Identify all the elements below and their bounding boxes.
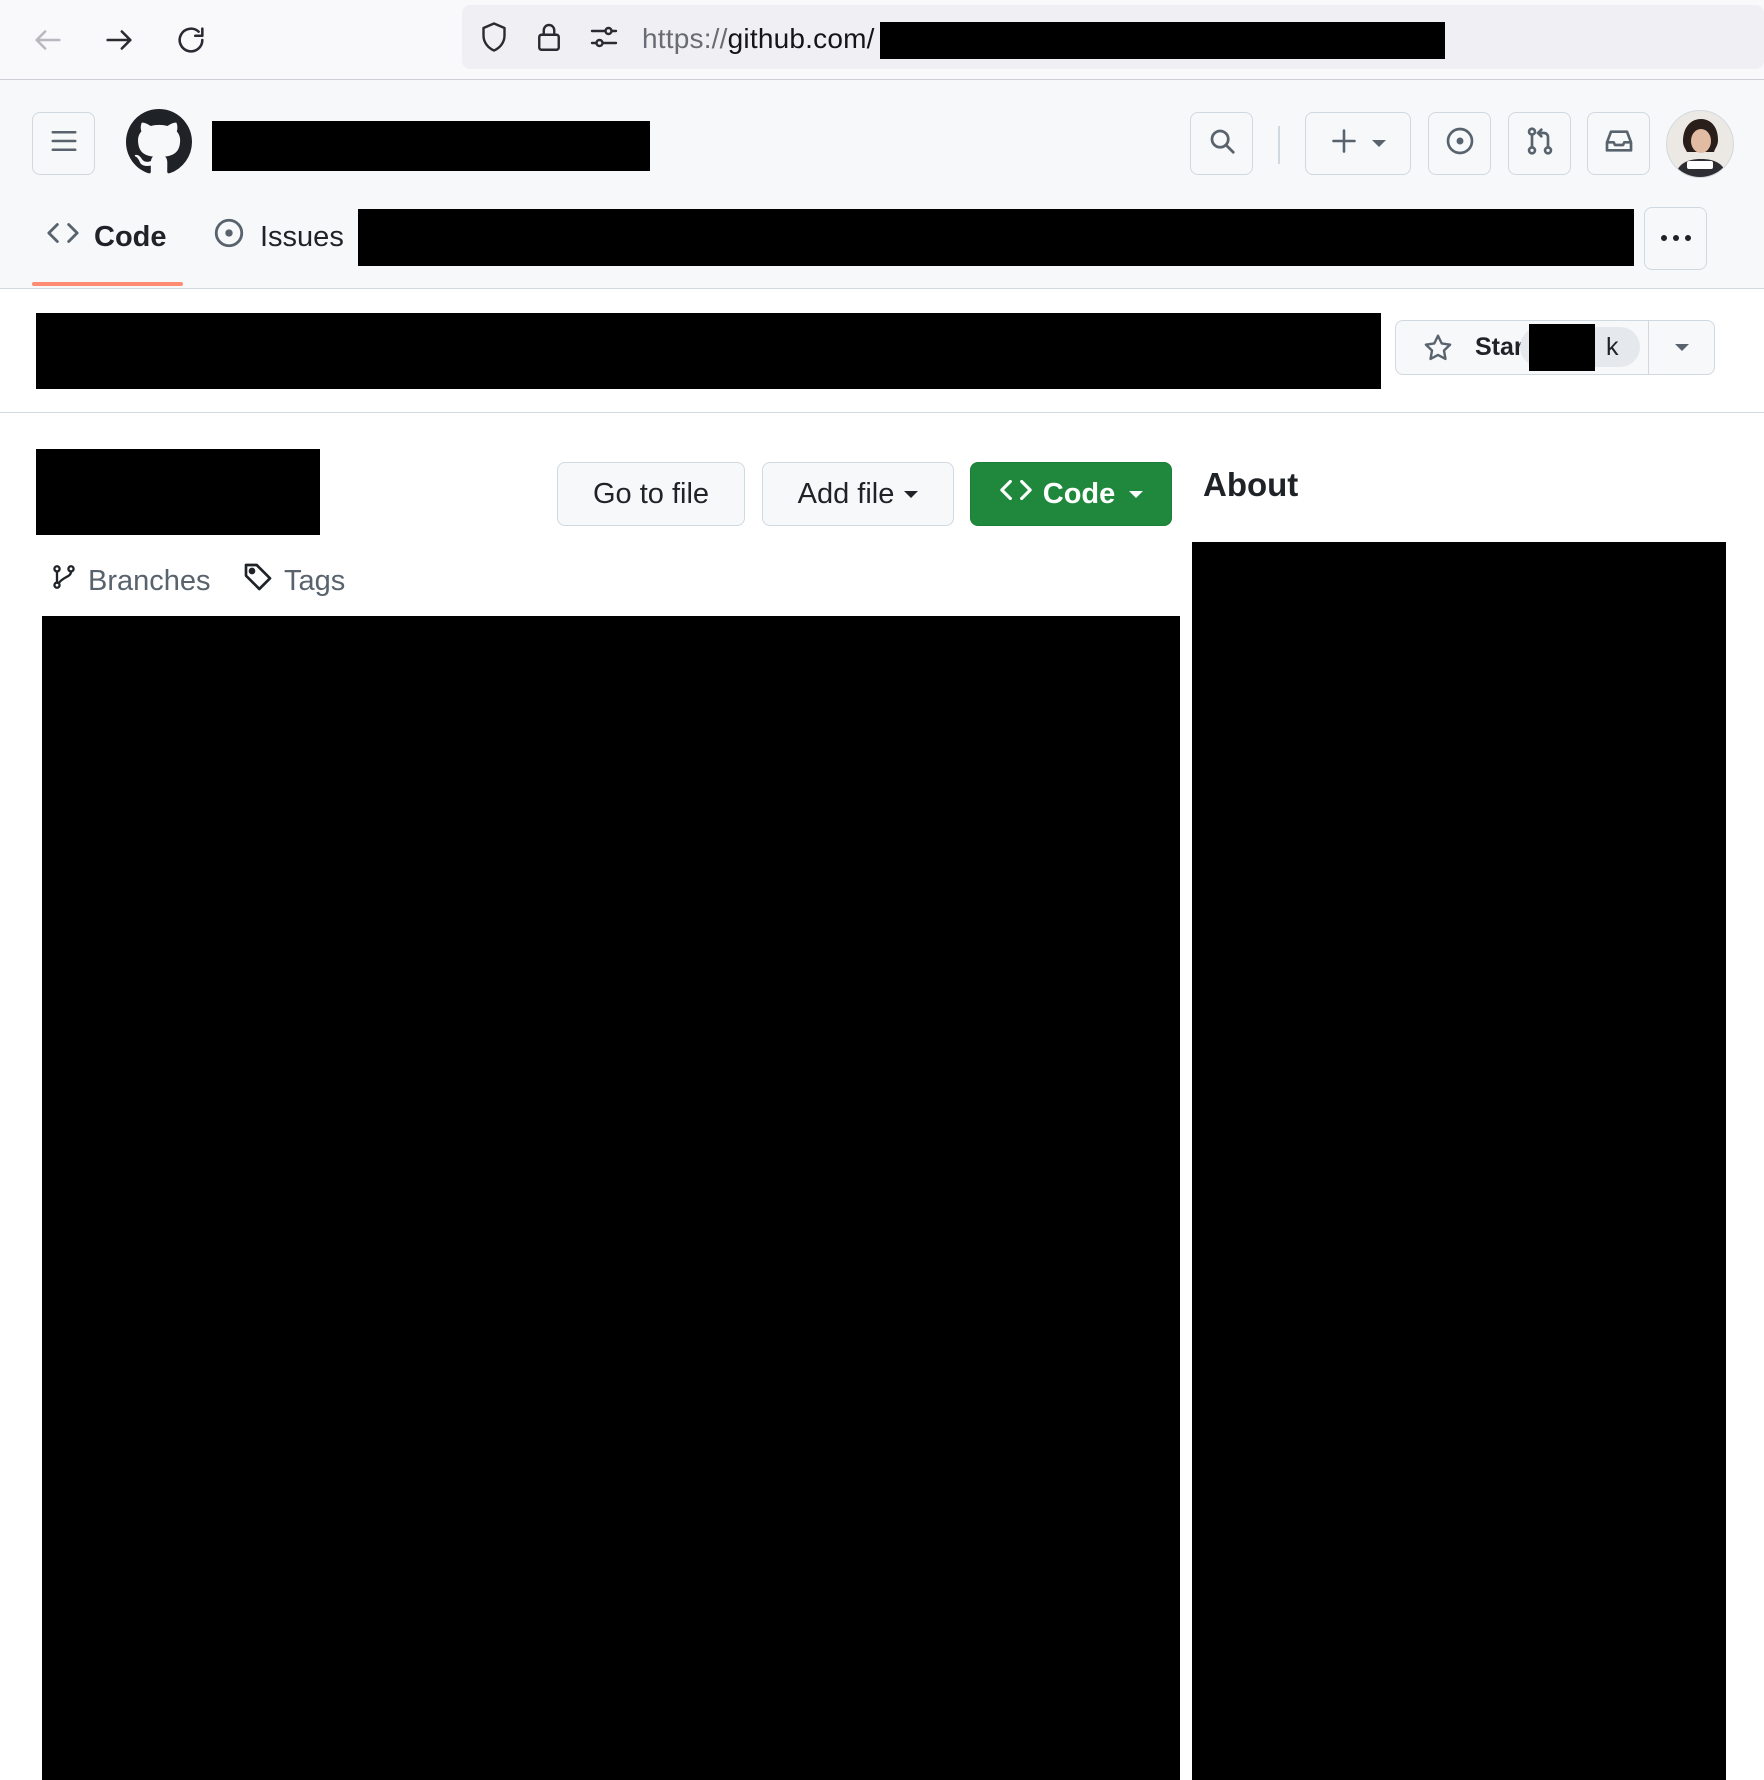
tab-selected-underline <box>32 282 183 286</box>
redacted-branch-selector <box>36 449 320 535</box>
pull-requests-button[interactable] <box>1508 112 1571 175</box>
shield-icon[interactable] <box>476 19 512 60</box>
avatar[interactable] <box>1666 110 1734 178</box>
issues-button[interactable] <box>1428 112 1491 175</box>
hamburger-menu-button[interactable] <box>32 112 95 175</box>
permissions-icon[interactable] <box>586 19 622 60</box>
go-to-file-button[interactable]: Go to file <box>557 462 745 526</box>
kebab-horizontal-icon <box>1659 230 1693 248</box>
chevron-down-icon <box>1674 344 1689 351</box>
pull-requests-icon <box>1524 125 1556 162</box>
star-lists-dropdown[interactable] <box>1649 321 1714 374</box>
git-branch-icon <box>50 561 78 601</box>
add-file-label: Add file <box>797 477 895 510</box>
star-label: Star <box>1475 333 1524 361</box>
more-tabs-button[interactable] <box>1644 207 1707 270</box>
tab-code[interactable]: Code <box>46 200 167 274</box>
redacted-about-content <box>1192 542 1726 1780</box>
code-icon <box>46 216 80 258</box>
redacted-star-count <box>1529 324 1595 371</box>
add-file-button[interactable]: Add file <box>762 462 954 526</box>
star-button[interactable]: Star k <box>1396 321 1648 374</box>
tab-issues-label: Issues <box>260 220 344 253</box>
header-divider <box>1278 126 1280 164</box>
redacted-url-path <box>880 22 1445 59</box>
url-text: https://github.com/ <box>642 21 875 57</box>
go-to-file-label: Go to file <box>592 477 710 510</box>
plus-icon <box>1330 127 1358 160</box>
create-new-button[interactable] <box>1305 112 1411 175</box>
tags-link[interactable]: Tags <box>242 561 345 601</box>
code-icon <box>999 473 1033 515</box>
redacted-repo-breadcrumb <box>212 121 650 171</box>
reload-icon[interactable] <box>169 18 213 62</box>
browser-toolbar: https://github.com/ <box>0 0 1764 80</box>
star-count-suffix: k <box>1606 333 1619 361</box>
tab-code-label: Code <box>94 220 167 253</box>
tags-label: Tags <box>284 564 346 597</box>
branches-link[interactable]: Branches <box>50 561 211 601</box>
tab-issues[interactable]: Issues <box>212 200 344 274</box>
star-button-group: Star k <box>1395 320 1715 375</box>
chevron-down-icon <box>1129 490 1144 498</box>
search-icon <box>1207 126 1237 161</box>
issues-icon <box>1444 125 1476 162</box>
about-heading: About <box>1203 466 1299 503</box>
github-logo[interactable] <box>126 109 192 180</box>
redacted-file-list <box>42 616 1180 1780</box>
branches-label: Branches <box>88 564 211 597</box>
inbox-button[interactable] <box>1587 112 1650 175</box>
header-bottom-divider <box>0 412 1764 413</box>
inbox-icon <box>1603 125 1635 162</box>
tag-icon <box>242 561 274 601</box>
redacted-repo-title <box>36 313 1381 389</box>
forward-arrow-icon[interactable] <box>97 18 141 62</box>
redacted-tabs <box>358 209 1634 266</box>
issue-opened-icon <box>212 216 246 258</box>
back-arrow-icon[interactable] <box>26 18 70 62</box>
code-dropdown-button[interactable]: Code <box>970 462 1172 526</box>
star-icon <box>1422 332 1454 369</box>
url-host: github.com/ <box>727 23 875 54</box>
code-button-label: Code <box>1042 477 1116 510</box>
chevron-down-icon <box>1372 140 1386 147</box>
search-button[interactable] <box>1190 112 1253 175</box>
lock-icon[interactable] <box>531 19 567 60</box>
url-scheme: https:// <box>642 23 728 54</box>
chevron-down-icon <box>904 490 919 498</box>
hamburger-icon <box>49 126 79 161</box>
